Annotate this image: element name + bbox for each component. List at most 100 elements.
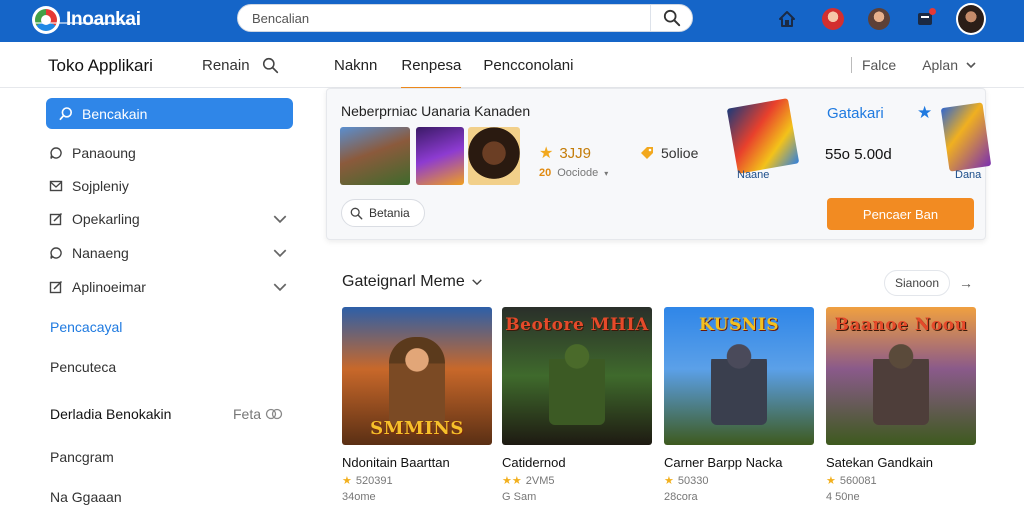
- star-icon: ★: [826, 475, 836, 487]
- profile-shortcut-1[interactable]: [818, 4, 848, 34]
- search-button[interactable]: [650, 5, 692, 31]
- sidebar-row-action[interactable]: Feta: [233, 406, 283, 422]
- tab-1[interactable]: Naknn: [334, 42, 377, 88]
- top-actions: [756, 3, 986, 35]
- header-link[interactable]: Falce: [862, 57, 896, 73]
- featured-rating-value: 3JJ9: [559, 144, 592, 162]
- app-card-art-word: Baanoe Noou: [834, 315, 968, 335]
- featured-app-label: Naane: [737, 169, 770, 181]
- search-icon: [59, 106, 72, 120]
- home-button[interactable]: [772, 4, 802, 34]
- star-icon[interactable]: ★: [917, 103, 932, 123]
- search-input[interactable]: [238, 5, 650, 31]
- divider: [850, 57, 852, 73]
- featured-category[interactable]: Gatakari: [827, 105, 884, 122]
- sidebar-row-label[interactable]: Derladia Benokakin: [50, 406, 171, 422]
- featured-title: Neberprniac Uanaria Kanaden: [341, 103, 531, 119]
- chevron-down-icon: [273, 283, 287, 292]
- brand-name: Inoankai: [66, 9, 141, 30]
- sidebar-item-4[interactable]: Nanaeng: [48, 242, 288, 264]
- featured-rating: ★ 3JJ9: [539, 143, 591, 163]
- section-see-all-button[interactable]: Sianoon: [884, 270, 950, 296]
- featured-banner: Neberprniac Uanaria Kanaden ★ 3JJ9 20 Oo…: [326, 88, 992, 240]
- notifications-button[interactable]: [910, 4, 940, 34]
- search-icon: [663, 9, 680, 27]
- character-illustration: [549, 337, 605, 425]
- app-card-rating-value: 520391: [355, 474, 393, 487]
- header-actions: Falce Aplan: [850, 57, 978, 73]
- star-icon: ★★: [502, 475, 522, 487]
- character-illustration: [873, 337, 929, 425]
- top-app-bar: Inoankai: [0, 0, 1024, 42]
- app-card-rating-value: 50330: [677, 474, 709, 487]
- sidebar-item-label: Aplinoeimar: [72, 279, 146, 295]
- featured-thumbnail[interactable]: [468, 127, 520, 185]
- header-dropdown[interactable]: Aplan: [922, 57, 958, 73]
- app-card[interactable]: Baanoe Noou Satekan Gandkain ★ 560081 4 …: [826, 307, 976, 503]
- account-button[interactable]: [956, 3, 986, 35]
- featured-thumbnail[interactable]: [416, 127, 464, 185]
- sidebar-item-label: Nanaeng: [72, 245, 129, 261]
- app-card[interactable]: KUSNIS Carner Barpp Nacka ★ 50330 28cora: [664, 307, 814, 503]
- section-title-text: Gateignarl Meme: [342, 273, 465, 290]
- app-card-rating-value: 560081: [839, 474, 877, 487]
- app-card-rating: ★ 560081: [826, 474, 976, 488]
- star-icon: ★: [664, 475, 674, 487]
- store-search-label: Renain: [202, 57, 250, 74]
- sidebar-item-1[interactable]: Panaoung: [48, 142, 288, 164]
- sidebar-link[interactable]: Pencuteca: [50, 359, 116, 375]
- edit-icon: [49, 212, 63, 226]
- search-icon: [350, 207, 363, 219]
- sidebar-item-label: Sojpleniy: [72, 178, 129, 194]
- sidebar-item-2[interactable]: Sojpleniy: [48, 175, 288, 197]
- edit-icon: [49, 280, 63, 294]
- avatar: [956, 3, 986, 35]
- featured-size-value: 5olioe: [661, 145, 699, 161]
- sidebar-item-active[interactable]: Bencakain: [46, 98, 293, 129]
- featured-search-chip[interactable]: Betania: [341, 199, 425, 227]
- app-card-art: Baanoe Noou: [826, 307, 976, 445]
- featured-cta-button[interactable]: Pencaer Ban: [827, 198, 974, 230]
- star-icon: ★: [539, 145, 554, 162]
- sidebar-item-label: Panaoung: [72, 145, 136, 161]
- app-card-rating: ★ 50330: [664, 474, 814, 488]
- featured-reviews[interactable]: 20 Oociode ▾: [539, 167, 608, 179]
- app-card-title: Ndonitain Baarttan: [342, 455, 450, 470]
- app-card-art-word: SMMINS: [370, 418, 464, 439]
- section-title[interactable]: Gateignarl Meme: [342, 273, 483, 291]
- app-card-count: G Sam: [502, 491, 537, 503]
- app-card-art: SMMINS: [342, 307, 492, 445]
- sidebar-item-3[interactable]: Opekarling: [48, 208, 288, 230]
- featured-reviews-label: Oociode: [557, 167, 599, 179]
- section-next-button[interactable]: →: [954, 270, 978, 296]
- star-icon: ★: [342, 475, 352, 487]
- featured-app-art[interactable]: [940, 102, 992, 172]
- chevron-down-icon: [471, 279, 482, 286]
- sidebar-link[interactable]: Pancgram: [50, 449, 114, 465]
- featured-size: 5olioe: [639, 145, 698, 161]
- global-search: [237, 4, 693, 32]
- store-search[interactable]: Renain: [202, 57, 279, 74]
- featured-search-chip-label: Betania: [369, 206, 410, 220]
- sidebar-link[interactable]: Na Ggaaan: [50, 489, 122, 505]
- featured-thumbnail[interactable]: [340, 127, 410, 185]
- app-card-rating: ★★ 2VM5: [502, 474, 652, 488]
- sidebar-section-link[interactable]: Pencacayal: [50, 319, 122, 335]
- chat-icon: [50, 247, 62, 259]
- app-card[interactable]: Beotore MHIA Catidernod ★★ 2VM5 G Sam: [502, 307, 652, 503]
- tab-2[interactable]: Renpesa: [401, 42, 462, 89]
- profile-shortcut-2[interactable]: [864, 4, 894, 34]
- tag-icon: [641, 147, 653, 159]
- app-card-rating-value: 2VM5: [525, 474, 555, 487]
- app-card-art: KUSNIS: [664, 307, 814, 445]
- brand-tagline-bar: [34, 22, 130, 24]
- app-card-count: 34ome: [342, 491, 376, 503]
- search-icon: [262, 57, 278, 74]
- character-illustration: [711, 337, 767, 425]
- app-card[interactable]: SMMINS Ndonitain Baarttan ★ 520391 34ome: [342, 307, 492, 503]
- tab-3[interactable]: Pencconolani: [483, 42, 573, 88]
- featured-app-art[interactable]: [726, 98, 800, 174]
- sidebar-item-5[interactable]: Aplinoeimar: [48, 276, 288, 298]
- brand-logo[interactable]: Inoankai: [32, 6, 141, 34]
- logo-mark-icon: [32, 6, 60, 34]
